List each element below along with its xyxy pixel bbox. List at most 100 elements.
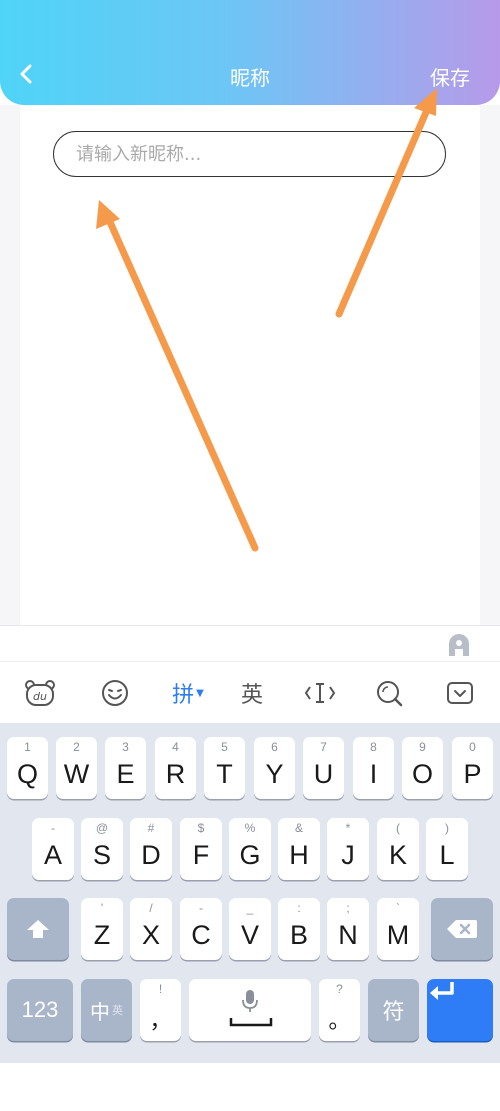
key-sub-label: & <box>294 821 303 835</box>
key-q[interactable]: 1Q <box>7 737 48 799</box>
key-w[interactable]: 2W <box>56 737 97 799</box>
pinyin-label: 拼 <box>172 683 195 708</box>
key-n[interactable]: ; N <box>327 898 369 960</box>
keyboard-toolbar: du 拼 ▼ 英 <box>0 661 500 723</box>
page-title: 昵称 <box>230 66 270 90</box>
key-sub-label: * <box>345 821 351 835</box>
shift-icon <box>27 920 49 938</box>
key-e[interactable]: 3E <box>105 737 146 799</box>
key-t[interactable]: 5T <box>204 737 245 799</box>
collapse-keyboard-icon <box>447 682 473 704</box>
key-label: N <box>338 920 358 950</box>
key-x[interactable]: / X <box>130 898 172 960</box>
key-label: C <box>191 920 211 950</box>
key-sub-label: 9 <box>419 740 426 754</box>
language-switch-key[interactable]: 中英 <box>81 979 132 1041</box>
key-sub-label: $ <box>197 821 205 835</box>
key-label: Z <box>93 920 111 950</box>
backspace-icon <box>447 920 477 938</box>
key-sub-label: 6 <box>271 740 278 754</box>
emoji-icon <box>102 680 128 706</box>
lang-main-label: 中 <box>90 1001 110 1024</box>
key-sub-label: 8 <box>370 740 377 754</box>
key-u[interactable]: 7U <box>303 737 344 799</box>
key-sub-label: : <box>297 901 301 915</box>
app-header: 昵称 保存 <box>0 0 500 105</box>
key-sub-label: 0 <box>469 740 476 754</box>
du-logo-button[interactable]: du <box>20 674 60 712</box>
nickname-input[interactable] <box>53 131 446 177</box>
key-l[interactable]: ) L <box>426 818 468 880</box>
key-s[interactable]: @ S <box>81 818 123 880</box>
english-mode-button[interactable]: 英 <box>232 674 272 712</box>
numbers-key[interactable]: 123 <box>7 979 73 1041</box>
key-i[interactable]: 8I <box>353 737 394 799</box>
page-margin-right <box>480 105 500 625</box>
key-sub-label: / <box>149 901 153 915</box>
search-icon <box>377 681 403 707</box>
key-d[interactable]: # D <box>130 818 172 880</box>
key-label: T <box>216 759 233 789</box>
key-label: ， <box>149 1008 172 1033</box>
key-label: B <box>289 920 308 950</box>
key-g[interactable]: % G <box>229 818 271 880</box>
text-cursor-icon <box>304 683 336 703</box>
key-sub-label: 4 <box>172 740 179 754</box>
enter-icon <box>430 982 454 1000</box>
key-label: 。 <box>328 1008 351 1033</box>
backspace-icon-wrap <box>431 898 493 960</box>
key-label: F <box>192 840 210 870</box>
key-sub-label: @ <box>95 821 109 835</box>
key-h[interactable]: & H <box>278 818 320 880</box>
key-label: L <box>439 840 455 870</box>
key-label: I <box>369 759 378 789</box>
du-bear-icon: du <box>25 680 55 706</box>
backspace-key[interactable] <box>431 898 493 960</box>
shift-key[interactable] <box>7 898 69 960</box>
key-m[interactable]: ` M <box>377 898 419 960</box>
key-label: A <box>43 840 62 870</box>
key-label: P <box>463 759 482 789</box>
key-sub-label: ; <box>346 901 350 915</box>
hide-keyboard-button[interactable] <box>441 674 479 712</box>
enter-key[interactable] <box>427 979 493 1041</box>
key-label: K <box>388 840 407 870</box>
key-z[interactable]: ' Z <box>81 898 123 960</box>
key-sub-label: ( <box>396 821 400 835</box>
symbols-key[interactable]: 符 <box>368 979 419 1041</box>
key-sub-label: % <box>244 821 256 835</box>
key-sub-label: 1 <box>24 740 31 754</box>
key-j[interactable]: * J <box>327 818 369 880</box>
key-y[interactable]: 6Y <box>254 737 295 799</box>
symbols-key-label: 符 <box>382 999 405 1024</box>
keyboard-assistant-icon[interactable] <box>446 632 472 658</box>
comma-key[interactable]: ! ， <box>140 979 181 1041</box>
key-k[interactable]: (K <box>377 818 419 880</box>
key-f[interactable]: $ F <box>180 818 222 880</box>
key-label: G <box>239 840 261 870</box>
emoji-button[interactable] <box>96 674 134 712</box>
key-b[interactable]: :B <box>278 898 320 960</box>
cursor-button[interactable] <box>300 674 340 712</box>
microphone-icon <box>242 990 258 1012</box>
numbers-key-label: 123 <box>21 997 59 1022</box>
key-label: R <box>165 759 186 789</box>
save-button[interactable]: 保存 <box>430 62 470 91</box>
key-label: H <box>289 840 309 870</box>
language-switch-label-wrap: 中英 <box>81 979 132 1041</box>
key-label: S <box>92 840 111 870</box>
space-key[interactable] <box>189 979 311 1041</box>
key-o[interactable]: 9O <box>402 737 443 799</box>
key-label: V <box>240 920 259 950</box>
pinyin-mode-button[interactable]: 拼 ▼ <box>166 674 210 712</box>
period-key[interactable]: ? 。 <box>319 979 360 1041</box>
key-r[interactable]: 4R <box>155 737 196 799</box>
key-label: O <box>411 759 433 789</box>
key-a[interactable]: -A <box>32 818 74 880</box>
key-c[interactable]: -C <box>180 898 222 960</box>
key-label: Y <box>265 759 284 789</box>
key-v[interactable]: _ V <box>229 898 271 960</box>
search-button[interactable] <box>370 674 408 712</box>
key-p[interactable]: 0P <box>452 737 493 799</box>
key-sub-label: # <box>147 821 155 835</box>
